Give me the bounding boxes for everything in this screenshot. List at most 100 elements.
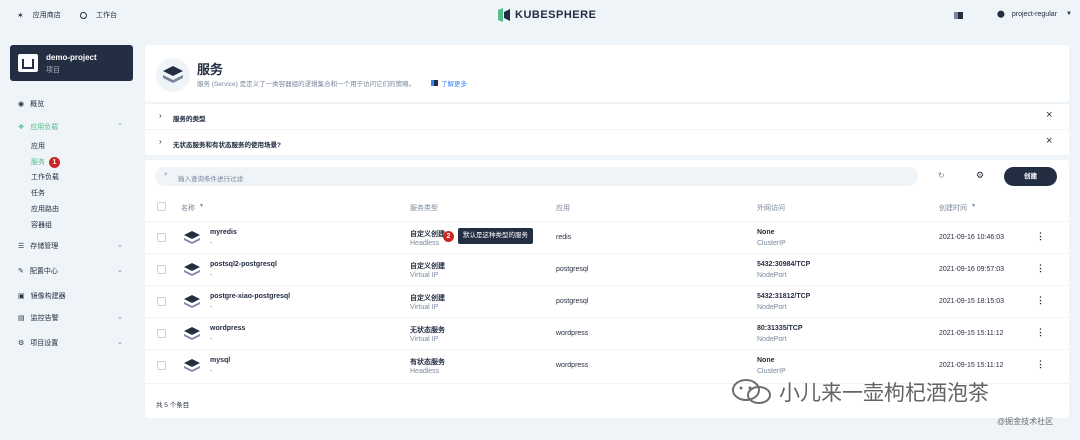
col-name[interactable]: 名称 ▼ [181, 203, 204, 213]
service-app: postgresql [556, 266, 589, 273]
close-icon[interactable]: × [1046, 109, 1052, 121]
sidebar-sub-apps[interactable]: 应用 [31, 141, 45, 151]
gear-icon[interactable]: ⚙ [976, 170, 984, 181]
more-icon[interactable]: ⋮ [1036, 295, 1045, 306]
service-app: redis [556, 234, 572, 241]
table-row[interactable]: postgre-xiao-postgresql - 自定义创建 Virtual … [145, 285, 1069, 317]
sort-icon: ▼ [199, 203, 204, 209]
created-time: 2021-09-15 18:15:03 [939, 298, 1004, 305]
external-access-sub: ClusterIP [757, 240, 786, 247]
service-type: 无状态服务 [410, 327, 445, 334]
project-card[interactable]: demo-project 项目 [10, 45, 133, 81]
search-icon: ⌕ [164, 171, 168, 178]
learn-more-link[interactable]: 了解更多 [431, 78, 467, 88]
service-desc: - [210, 272, 213, 279]
more-icon[interactable]: ⋮ [1036, 327, 1045, 338]
refresh-icon[interactable]: ↻ [938, 171, 945, 180]
service-icon [184, 327, 200, 340]
row-checkbox[interactable] [157, 329, 166, 338]
service-type: 自定义创建 [410, 231, 445, 238]
external-access-sub: ClusterIP [757, 368, 786, 375]
external-access: 80:31335/TCP [757, 325, 803, 332]
service-desc: - [210, 368, 213, 375]
overview-icon: ◉ [18, 101, 25, 108]
sidebar-item-overview[interactable]: ◉ 概览 [18, 99, 44, 109]
watermark: 小儿来一壶枸杞酒泡茶 [731, 377, 989, 407]
search-input[interactable]: ⌕ 输入查询条件进行过滤 [155, 167, 918, 186]
user-icon: ⬤ [997, 11, 1005, 18]
service-type: 自定义创建 [410, 263, 445, 270]
chevron-up-icon[interactable]: ⌃ [117, 122, 123, 130]
chevron-down-icon[interactable]: ⌄ [117, 266, 123, 274]
sidebar-sub-services[interactable]: 服务 [31, 157, 45, 167]
sidebar-item-config[interactable]: ✎ 配置中心 [18, 266, 58, 276]
app-store-link[interactable]: ✶ 应用商店 [17, 10, 61, 20]
external-access: 5432:30984/TCP [757, 261, 811, 268]
sidebar-sub-routes[interactable]: 应用路由 [31, 204, 59, 214]
notification-icon[interactable] [954, 12, 963, 19]
row-checkbox[interactable] [157, 265, 166, 274]
service-name[interactable]: wordpress [210, 325, 245, 332]
row-checkbox[interactable] [157, 297, 166, 306]
external-access-sub: NodePort [757, 272, 787, 279]
book-icon [431, 80, 438, 86]
external-access-sub: NodePort [757, 304, 787, 311]
service-type-sub: Virtual IP [410, 304, 439, 311]
col-service-type: 服务类型 [410, 205, 438, 212]
select-all-checkbox[interactable] [157, 202, 166, 211]
sidebar-item-image-builder[interactable]: ▣ 镜像构建器 [18, 291, 66, 301]
col-app: 应用 [556, 205, 570, 212]
accordion-service-types[interactable]: › 服务的类型 × [145, 104, 1069, 129]
service-icon [156, 58, 190, 92]
service-app: wordpress [556, 362, 589, 369]
kubesphere-logo[interactable]: KUBESPHERE [497, 8, 596, 22]
sidebar-sub-workloads[interactable]: 工作负载 [31, 172, 59, 182]
service-name[interactable]: postsql2-postgresql [210, 261, 277, 268]
service-name[interactable]: mysql [210, 357, 230, 364]
project-type: 项目 [46, 67, 60, 74]
table-row[interactable]: postsql2-postgresql - 自定义创建 Virtual IP p… [145, 253, 1069, 285]
accordion-stateless-stateful[interactable]: › 无状态服务和有状态服务的使用场景? × [145, 130, 1069, 155]
service-type-sub: Virtual IP [410, 336, 439, 343]
close-icon[interactable]: × [1046, 135, 1052, 147]
created-time: 2021-09-16 09:57:03 [939, 266, 1004, 273]
sidebar-item-monitoring[interactable]: ▤ 监控告警 [18, 313, 59, 323]
external-access: None [757, 357, 775, 364]
sidebar-item-storage[interactable]: ☰ 存储管理 [18, 241, 58, 251]
sidebar-sub-jobs[interactable]: 任务 [31, 188, 45, 198]
chevron-down-icon[interactable]: ⌄ [117, 338, 123, 346]
col-created[interactable]: 创建时间 ▼ [939, 203, 976, 213]
service-type: 有状态服务 [410, 359, 445, 366]
chevron-right-icon: › [159, 137, 162, 146]
external-access: 5432:31812/TCP [757, 293, 811, 300]
service-name[interactable]: postgre-xiao-postgresql [210, 293, 290, 300]
workbench-link[interactable]: 工作台 [80, 10, 117, 20]
service-desc: - [210, 336, 213, 343]
kubesphere-logo-icon [498, 8, 510, 22]
row-checkbox[interactable] [157, 233, 166, 242]
sidebar-item-workloads[interactable]: ❖ 应用负载 [18, 122, 58, 132]
table-row[interactable]: wordpress - 无状态服务 Virtual IP wordpress 8… [145, 317, 1069, 349]
workbench-icon [80, 11, 87, 19]
row-checkbox[interactable] [157, 361, 166, 370]
create-button[interactable]: 创建 [1004, 167, 1057, 186]
service-name[interactable]: myredis [210, 229, 237, 236]
user-menu[interactable]: ⬤ project-regular ▼ [997, 10, 1072, 19]
table-row[interactable]: myredis - 自定义创建 Headless redis None Clus… [145, 221, 1069, 253]
sidebar-sub-pods[interactable]: 容器组 [31, 220, 52, 230]
total-count: 共 5 个条目 [156, 402, 190, 409]
created-time: 2021-09-16 10:46:03 [939, 234, 1004, 241]
service-app: postgresql [556, 298, 589, 305]
sort-icon: ▼ [971, 203, 976, 209]
sidebar-item-settings[interactable]: ⚙ 项目设置 [18, 338, 58, 348]
more-icon[interactable]: ⋮ [1036, 231, 1045, 242]
more-icon[interactable]: ⋮ [1036, 263, 1045, 274]
service-icon [184, 231, 200, 244]
created-time: 2021-09-15 15:11:12 [939, 362, 1004, 369]
chevron-down-icon[interactable]: ⌄ [117, 313, 123, 321]
project-name: demo-project [46, 53, 97, 62]
col-external-access: 外网访问 [757, 205, 785, 212]
more-icon[interactable]: ⋮ [1036, 359, 1045, 370]
caret-down-icon: ▼ [1065, 11, 1072, 17]
chevron-down-icon[interactable]: ⌄ [117, 241, 123, 249]
